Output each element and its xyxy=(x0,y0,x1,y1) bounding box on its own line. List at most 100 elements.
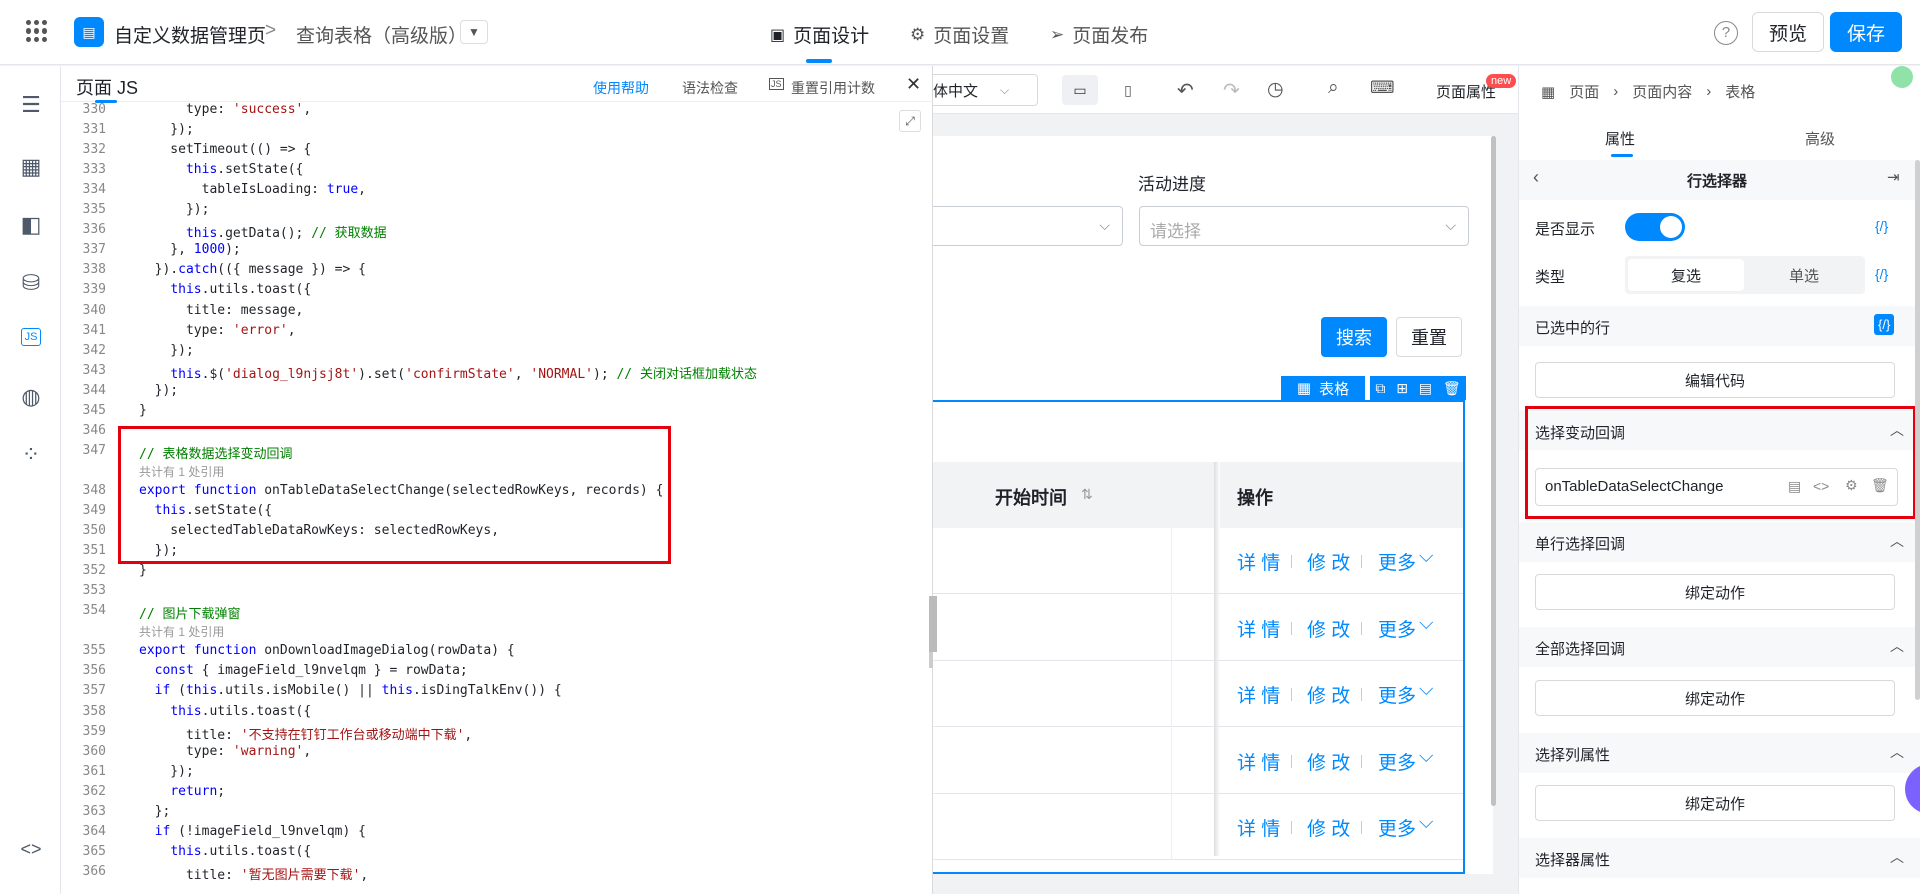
detail-link[interactable]: 详 情 xyxy=(1237,748,1280,775)
desktop-view-icon[interactable]: ▭ xyxy=(1062,75,1098,105)
canvas-scrollbar[interactable] xyxy=(1491,136,1496,806)
bind-action-button[interactable]: 绑定动作 xyxy=(1535,785,1895,821)
chevron-up-icon[interactable]: ︿ xyxy=(1890,531,1904,551)
panel-scrollbar[interactable] xyxy=(1915,160,1920,700)
more-link[interactable]: 更多 xyxy=(1378,814,1416,841)
code-line[interactable]: 331 }); xyxy=(61,122,933,142)
back-icon[interactable]: ‹ xyxy=(1533,167,1539,188)
code-line[interactable]: 共计有 1 处引用 xyxy=(61,623,933,643)
help-icon[interactable]: ? xyxy=(1714,21,1738,45)
exit-icon[interactable]: ⇥ xyxy=(1887,168,1900,186)
code-line[interactable]: 363 }; xyxy=(61,804,933,824)
globe-icon[interactable]: ◍ xyxy=(18,384,44,410)
copy-icon[interactable]: ▤ xyxy=(1419,380,1432,397)
code-line[interactable]: 354 // 图片下载弹窗 xyxy=(61,603,933,623)
lint-button[interactable]: 语法检查 xyxy=(682,78,738,98)
code-line[interactable]: 345} xyxy=(61,403,933,423)
modify-link[interactable]: 修 改 xyxy=(1307,615,1350,642)
table-row[interactable]: 详 情修 改 更多 ⌵ xyxy=(933,594,1463,661)
bind-action-button[interactable]: 绑定动作 xyxy=(1535,574,1895,610)
preview-button[interactable]: 预览 xyxy=(1752,12,1824,52)
modify-link[interactable]: 修 改 xyxy=(1307,748,1350,775)
more-link[interactable]: 更多 xyxy=(1378,615,1416,642)
close-icon[interactable]: ✕ xyxy=(906,74,921,95)
table-row[interactable]: 详 情修 改 更多 ⌵ xyxy=(933,661,1463,727)
search-button[interactable]: 搜索 xyxy=(1321,317,1387,357)
apps-grid-icon[interactable] xyxy=(26,20,48,42)
modify-link[interactable]: 修 改 xyxy=(1307,814,1350,841)
more-link[interactable]: 更多 xyxy=(1378,681,1416,708)
app-title[interactable]: 自定义数据管理页 xyxy=(114,21,266,48)
code-binding-icon[interactable]: {/} xyxy=(1875,266,1888,282)
code-line[interactable]: 333 this.setState({ xyxy=(61,162,933,182)
detail-link[interactable]: 详 情 xyxy=(1237,548,1280,575)
redo-icon[interactable]: ↷ xyxy=(1223,78,1240,103)
code-line[interactable]: 336 this.getData(); // 获取数据 xyxy=(61,222,933,242)
code-line[interactable]: 352} xyxy=(61,563,933,583)
mobile-view-icon[interactable]: ▯ xyxy=(1114,75,1142,105)
code-line[interactable]: 344 }); xyxy=(61,383,933,403)
breadcrumb-item[interactable]: 页面内容 xyxy=(1632,81,1692,102)
datasource-icon[interactable]: ⛁ xyxy=(18,270,44,296)
chevron-down-icon[interactable]: ⌵ xyxy=(1419,746,1433,768)
keyboard-icon[interactable]: ⌨ xyxy=(1370,78,1395,98)
code-line[interactable]: 358 this.utils.toast({ xyxy=(61,704,933,724)
code-line[interactable]: 365 this.utils.toast({ xyxy=(61,844,933,864)
modify-link[interactable]: 修 改 xyxy=(1307,548,1350,575)
code-line[interactable]: 338 }).catch(({ message }) => { xyxy=(61,262,933,282)
col-start-time[interactable]: 开始时间 xyxy=(995,484,1067,510)
table-row[interactable]: 详 情修 改 更多 ⌵ xyxy=(933,528,1463,594)
code-line[interactable]: 356 const { imageField_l9nvelqm } = rowD… xyxy=(61,663,933,683)
chevron-up-icon[interactable]: ︿ xyxy=(1890,636,1904,656)
js-icon[interactable]: JS xyxy=(21,328,41,346)
reset-button[interactable]: 重置 xyxy=(1396,317,1462,357)
detail-link[interactable]: 详 情 xyxy=(1237,814,1280,841)
code-toggle-icon[interactable]: <> xyxy=(18,836,44,862)
code-line[interactable]: 339 this.utils.toast({ xyxy=(61,282,933,302)
more-link[interactable]: 更多 xyxy=(1378,748,1416,775)
code-line[interactable]: 334 tableIsLoading: true, xyxy=(61,182,933,202)
code-line[interactable]: 332 setTimeout(() => { xyxy=(61,142,933,162)
help-link[interactable]: 使用帮助 xyxy=(593,78,649,98)
modify-link[interactable]: 修 改 xyxy=(1307,681,1350,708)
code-line[interactable]: 359 title: '不支持在钉钉工作台或移动端中下载', xyxy=(61,724,933,744)
undo-icon[interactable]: ↶ xyxy=(1177,78,1194,103)
chevron-up-icon[interactable]: ︿ xyxy=(1890,742,1904,762)
select-field-left[interactable]: ⌵ xyxy=(933,206,1123,246)
select-parent-icon[interactable]: ⧉ xyxy=(1375,380,1385,397)
code-line[interactable]: 353 xyxy=(61,583,933,603)
detail-link[interactable]: 详 情 xyxy=(1237,681,1280,708)
edit-code-button[interactable]: 编辑代码 xyxy=(1535,362,1895,398)
progress-select[interactable]: 请选择 ⌵ xyxy=(1139,206,1469,246)
detail-link[interactable]: 详 情 xyxy=(1237,615,1280,642)
code-line[interactable]: 330 type: 'success', xyxy=(61,102,933,122)
tab-page-design[interactable]: ▣ 页面设计 xyxy=(770,21,869,48)
chevron-down-icon[interactable]: ⌵ xyxy=(1419,679,1433,701)
breadcrumb-item[interactable]: 页面 xyxy=(1569,81,1599,102)
reset-ref-count-button[interactable]: 重置引用计数 xyxy=(791,78,875,98)
code-binding-button[interactable]: {/} xyxy=(1874,314,1895,335)
code-line[interactable]: 335 }); xyxy=(61,202,933,222)
sort-icon[interactable]: ⇅ xyxy=(1081,486,1093,503)
bind-action-button[interactable]: 绑定动作 xyxy=(1535,680,1895,716)
history-icon[interactable]: ◷ xyxy=(1267,78,1284,101)
code-line[interactable]: 337 }, 1000); xyxy=(61,242,933,262)
more-link[interactable]: 更多 xyxy=(1378,548,1416,575)
table-row[interactable]: 详 情修 改 更多 ⌵ xyxy=(933,794,1463,860)
code-line[interactable]: 366 title: '暂无图片需要下载', xyxy=(61,864,933,884)
plugins-icon[interactable]: ⁘ xyxy=(18,442,44,468)
tab-advanced[interactable]: 高级 xyxy=(1805,128,1835,149)
chevron-down-icon[interactable]: ⌵ xyxy=(1419,546,1433,568)
tab-page-publish[interactable]: ➢ 页面发布 xyxy=(1050,21,1148,48)
table-row[interactable]: 详 情修 改 更多 ⌵ xyxy=(933,727,1463,794)
code-line[interactable]: 361 }); xyxy=(61,764,933,784)
page-dropdown-button[interactable]: ▼ xyxy=(460,20,488,44)
chevron-down-icon[interactable]: ⌵ xyxy=(1419,613,1433,635)
show-toggle[interactable] xyxy=(1625,213,1685,241)
breadcrumb-item[interactable]: 表格 xyxy=(1725,81,1755,102)
type-option-multi[interactable]: 复选 xyxy=(1628,259,1744,291)
panel-resize-handle[interactable] xyxy=(929,596,937,652)
outline-icon[interactable]: ☰ xyxy=(18,92,44,118)
chevron-down-icon[interactable]: ⌵ xyxy=(1419,812,1433,834)
code-line[interactable]: 360 type: 'warning', xyxy=(61,744,933,764)
